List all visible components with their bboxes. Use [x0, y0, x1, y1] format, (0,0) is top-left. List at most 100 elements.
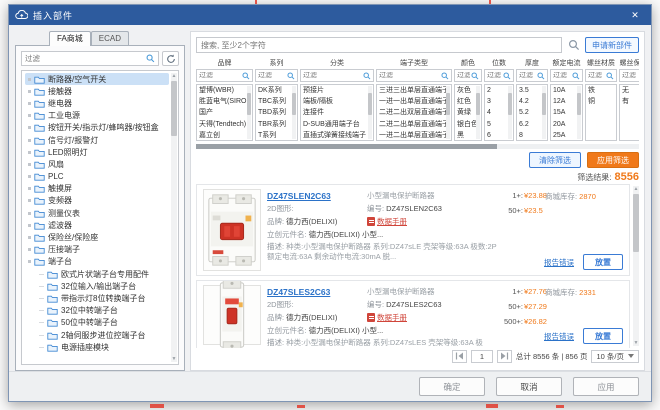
filter-option[interactable]: 一进二出单层直通端子: [377, 130, 446, 141]
tree-item[interactable]: 端子台: [22, 256, 169, 268]
category-filter-box[interactable]: [21, 51, 159, 66]
filter-horizontal-scrollbar[interactable]: [196, 144, 639, 149]
filter-input[interactable]: [487, 72, 502, 79]
column-scrollbar[interactable]: [577, 86, 581, 139]
filter-input-box[interactable]: [454, 69, 482, 82]
tree-item[interactable]: 风扇: [22, 158, 169, 170]
filter-option[interactable]: 红色: [455, 96, 476, 107]
tree-item[interactable]: 32位输入/输出端子台: [22, 280, 169, 292]
filter-option[interactable]: 无: [620, 85, 639, 96]
datasheet-link[interactable]: 数据手册: [377, 216, 407, 227]
pagination-first-button[interactable]: [452, 350, 467, 363]
filter-option[interactable]: 铁: [586, 85, 611, 96]
filter-option[interactable]: 5: [485, 119, 508, 130]
column-scrollbar[interactable]: [292, 86, 296, 139]
cancel-button[interactable]: 取消: [496, 377, 562, 396]
filter-option[interactable]: 预接片: [301, 85, 368, 96]
filter-option[interactable]: 有: [620, 96, 639, 107]
filter-option[interactable]: 胜蓝电气(SIRON): [197, 96, 247, 107]
part-search-box[interactable]: [196, 37, 562, 53]
filter-option[interactable]: 嘉立创: [197, 130, 247, 141]
filter-option[interactable]: 二进二出单层直通端子: [377, 119, 446, 130]
clear-filter-button[interactable]: 清除筛选: [529, 152, 581, 168]
filter-option[interactable]: 6: [485, 130, 508, 141]
scrollbar-thumb[interactable]: [368, 93, 372, 115]
filter-input[interactable]: [457, 72, 470, 79]
tree-item[interactable]: 工业电源: [22, 110, 169, 122]
filter-input[interactable]: [258, 72, 286, 79]
scrollbar-thumb[interactable]: [446, 93, 450, 115]
filter-option[interactable]: 端板/隔板: [301, 96, 368, 107]
apply-button[interactable]: 应用: [573, 377, 639, 396]
report-error-link[interactable]: 报告错误: [544, 331, 574, 342]
filter-option[interactable]: 连接件: [301, 107, 368, 118]
filter-option[interactable]: D-SUB通用端子台: [301, 119, 368, 130]
filter-option[interactable]: DK系列: [256, 85, 292, 96]
tree-item[interactable]: PLC: [22, 171, 169, 183]
search-button[interactable]: [566, 38, 581, 53]
tree-item[interactable]: 电源插座模块: [22, 341, 169, 353]
column-scrollbar[interactable]: [247, 86, 251, 139]
tree-item[interactable]: 2轴伺服步进位控端子台: [22, 329, 169, 341]
column-scrollbar[interactable]: [476, 86, 480, 139]
place-button[interactable]: 放置: [583, 254, 623, 270]
per-page-select[interactable]: 10 条/页: [591, 350, 639, 363]
product-title-link[interactable]: DZ47SLEN2C63: [267, 191, 331, 201]
filter-input[interactable]: [588, 72, 605, 79]
scrollbar-thumb[interactable]: [542, 93, 546, 115]
tree-item[interactable]: 继电器: [22, 97, 169, 109]
scrollbar-thumb[interactable]: [196, 144, 497, 149]
report-error-link[interactable]: 报告错误: [544, 257, 574, 268]
category-filter-input[interactable]: [25, 54, 146, 63]
filter-input-box[interactable]: [585, 69, 617, 82]
filter-option[interactable]: 一进一出单层直通端子: [377, 96, 446, 107]
tree-item[interactable]: 接触器: [22, 85, 169, 97]
scrollbar-thumb[interactable]: [292, 93, 296, 115]
filter-option[interactable]: TBR系列: [256, 119, 292, 130]
filter-input[interactable]: [379, 72, 440, 79]
tree-item[interactable]: 变频器: [22, 195, 169, 207]
filter-option[interactable]: 黑: [455, 130, 476, 141]
filter-option[interactable]: 铜: [586, 96, 611, 107]
filter-option[interactable]: 20A: [551, 119, 577, 130]
tab-fa-mall[interactable]: FA商城: [49, 31, 91, 46]
tree-item[interactable]: 欧式片状端子台专用配件: [22, 268, 169, 280]
filter-option[interactable]: 25A: [551, 130, 577, 141]
pagination-last-button[interactable]: [497, 350, 512, 363]
scrollbar-thumb[interactable]: [171, 81, 177, 136]
filter-option[interactable]: 天得(Tendtech): [197, 119, 247, 130]
tree-item[interactable]: 测量仪表: [22, 207, 169, 219]
apply-new-part-button[interactable]: 申请新部件: [585, 37, 639, 53]
filter-option[interactable]: 国产: [197, 107, 247, 118]
filter-input-box[interactable]: [484, 69, 514, 82]
part-search-input[interactable]: [201, 41, 557, 50]
filter-option[interactable]: 10A: [551, 85, 577, 96]
tree-item[interactable]: 50位中转端子台: [22, 317, 169, 329]
filter-option[interactable]: 12A: [551, 96, 577, 107]
filter-option[interactable]: 2: [485, 85, 508, 96]
filter-option[interactable]: 5.2: [517, 107, 542, 118]
scrollbar-thumb[interactable]: [633, 194, 639, 252]
filter-input-box[interactable]: [300, 69, 374, 82]
filter-input[interactable]: [553, 72, 571, 79]
tree-item[interactable]: 按钮开关/指示灯/蜂鸣器/按钮盒: [22, 122, 169, 134]
filter-option[interactable]: 二进二出双层直通端子: [377, 107, 446, 118]
column-scrollbar[interactable]: [446, 86, 450, 139]
filter-option[interactable]: 灰色: [455, 85, 476, 96]
filter-input-box[interactable]: [550, 69, 583, 82]
filter-option[interactable]: 15A: [551, 107, 577, 118]
scrollbar-thumb[interactable]: [577, 93, 581, 115]
apply-filter-button[interactable]: 应用筛选: [587, 152, 639, 168]
page-number-input[interactable]: 1: [471, 350, 493, 363]
place-button[interactable]: 放置: [583, 328, 623, 344]
filter-option[interactable]: 银白色: [455, 119, 476, 130]
tree-item[interactable]: 滤波器: [22, 219, 169, 231]
tree-item[interactable]: 触摸屏: [22, 183, 169, 195]
scrollbar-thumb[interactable]: [247, 93, 251, 115]
filter-option[interactable]: 8: [517, 130, 542, 141]
tree-item[interactable]: LED照明灯: [22, 146, 169, 158]
refresh-button[interactable]: [162, 51, 179, 66]
filter-option[interactable]: 黄绿: [455, 107, 476, 118]
tree-item[interactable]: 保险丝/保险座: [22, 231, 169, 243]
filter-input[interactable]: [519, 72, 536, 79]
